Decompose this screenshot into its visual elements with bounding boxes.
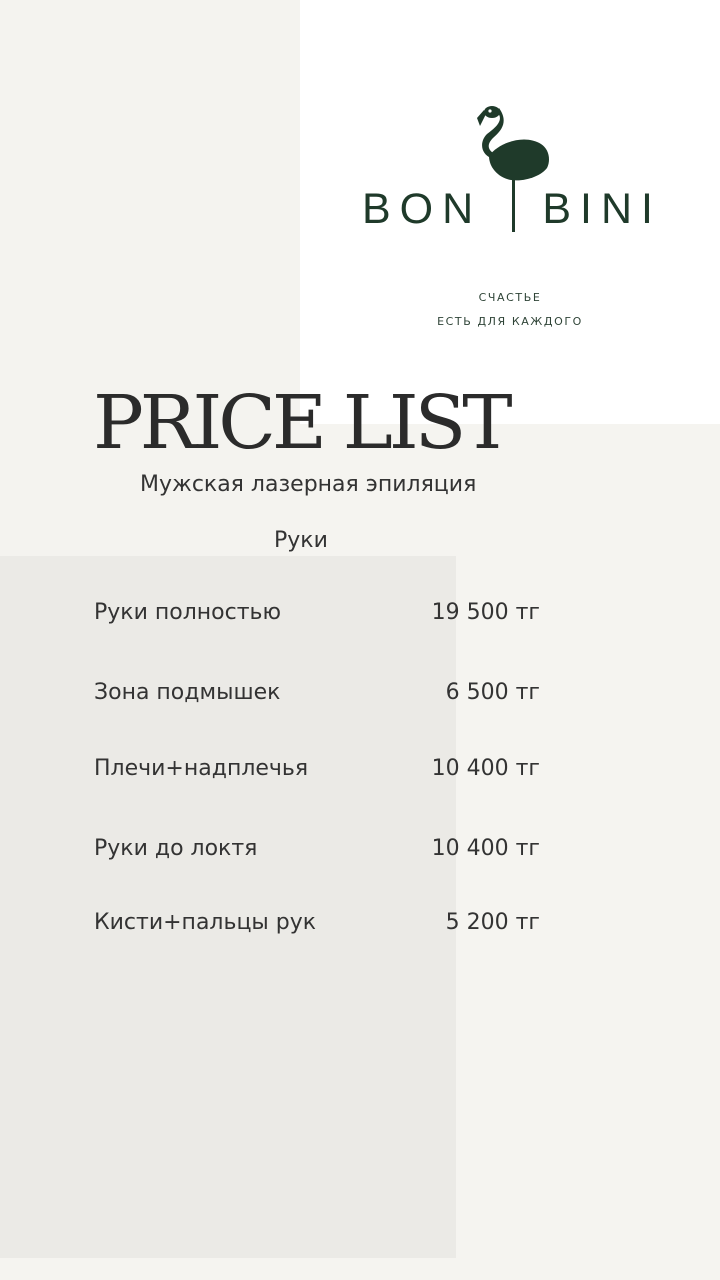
service-name: Зона подмышек bbox=[94, 680, 281, 705]
price-row: Руки полностью 19 500 тг bbox=[94, 600, 540, 630]
page-subtitle: Мужская лазерная эпиляция bbox=[140, 472, 477, 497]
service-price: 6 500 тг bbox=[445, 680, 540, 705]
service-price: 10 400 тг bbox=[431, 756, 540, 781]
price-row: Зона подмышек 6 500 тг bbox=[94, 680, 540, 710]
service-price: 19 500 тг bbox=[431, 600, 540, 625]
page-title: PRICE LIST bbox=[93, 380, 513, 466]
service-name: Кисти+пальцы рук bbox=[94, 910, 317, 935]
category-title: Руки bbox=[274, 528, 328, 553]
tagline-line-1: СЧАСТЬЕ bbox=[478, 291, 542, 304]
brand-wordmark: BON BINI bbox=[362, 188, 662, 231]
price-panel bbox=[0, 556, 456, 1258]
tagline-line-2: ЕСТЬ ДЛЯ КАЖДОГО bbox=[437, 315, 583, 328]
service-name: Руки до локтя bbox=[94, 836, 258, 861]
brand-name-left: BON bbox=[362, 185, 483, 233]
price-row: Кисти+пальцы рук 5 200 тг bbox=[94, 910, 540, 940]
brand-name-right: BINI bbox=[542, 185, 662, 233]
price-row: Руки до локтя 10 400 тг bbox=[94, 836, 540, 866]
service-price: 5 200 тг bbox=[445, 910, 540, 935]
service-name: Руки полностью bbox=[94, 600, 282, 625]
service-name: Плечи+надплечья bbox=[94, 756, 309, 781]
price-row: Плечи+надплечья 10 400 тг bbox=[94, 756, 540, 786]
brand-tagline: СЧАСТЬЕ ЕСТЬ ДЛЯ КАЖДОГО bbox=[300, 286, 720, 334]
service-price: 10 400 тг bbox=[431, 836, 540, 861]
